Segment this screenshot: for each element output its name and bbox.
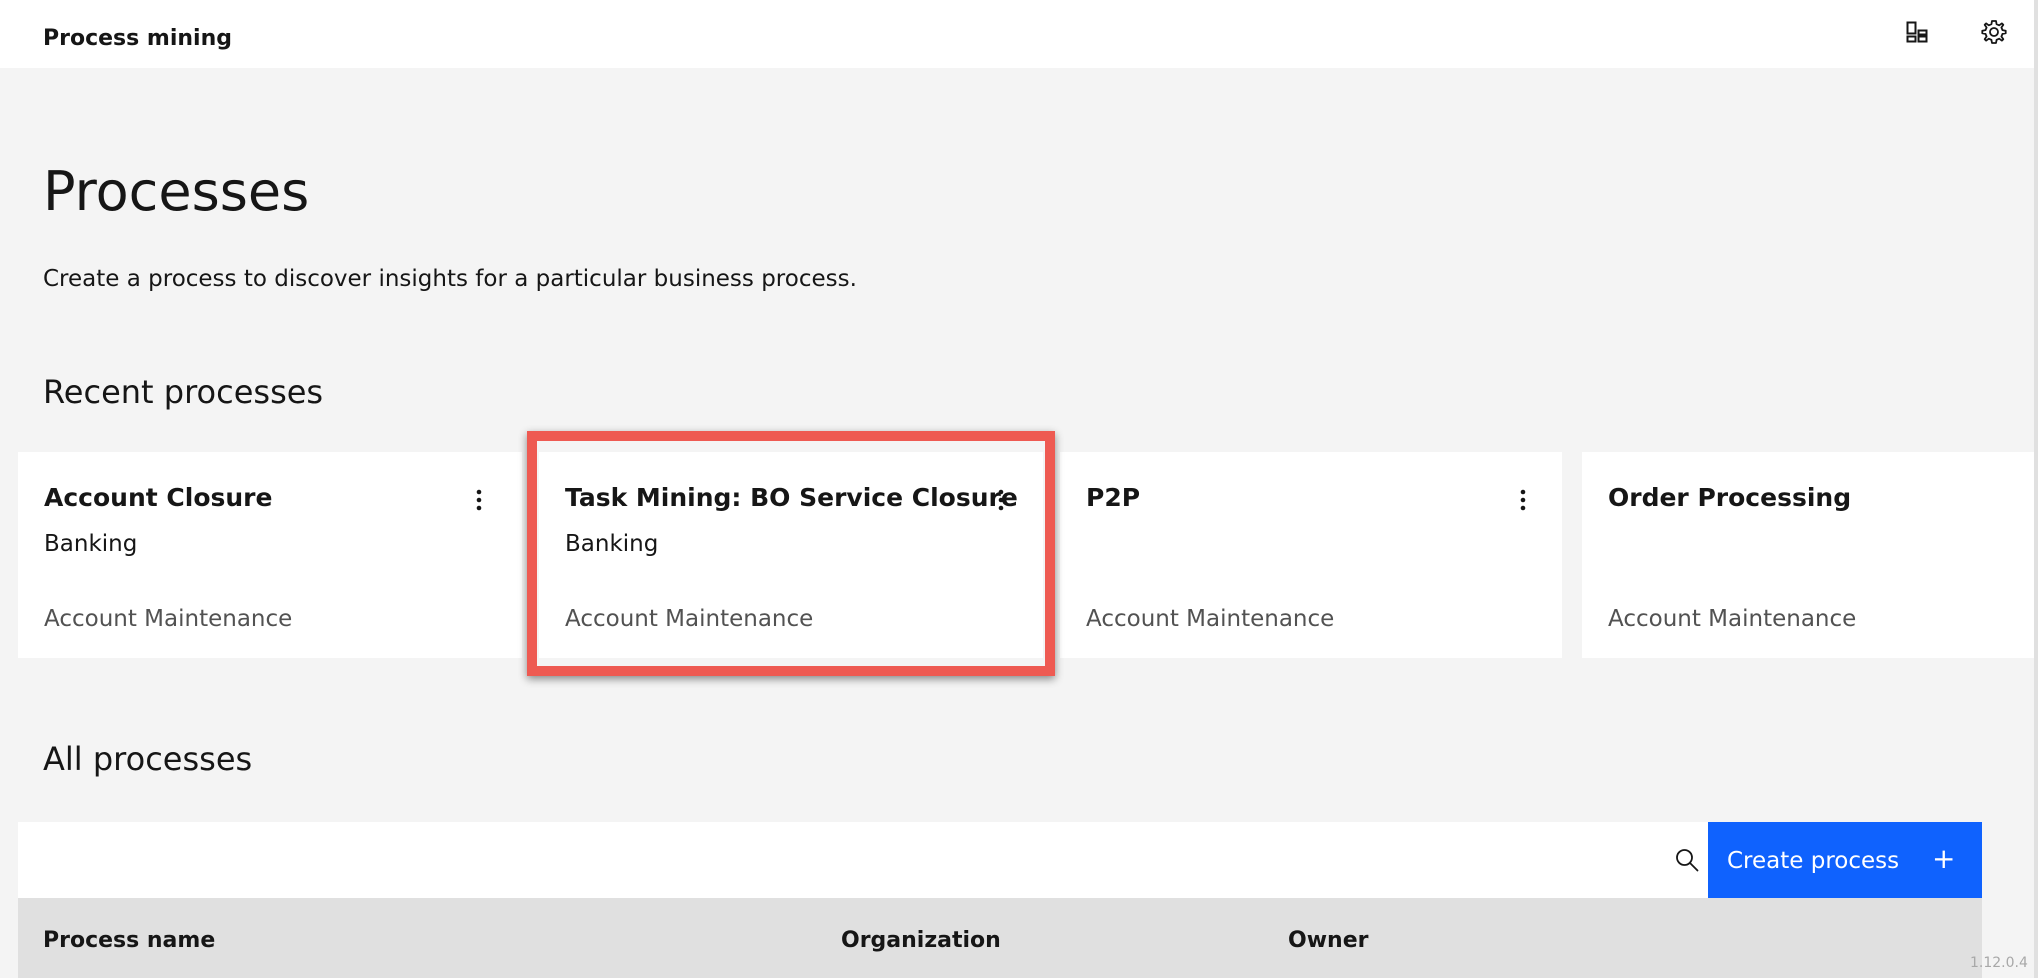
- overflow-menu-icon[interactable]: [983, 482, 1019, 518]
- card-category: Account Maintenance: [1608, 606, 1857, 632]
- card-category: Account Maintenance: [565, 606, 814, 632]
- process-card-task-mining[interactable]: Task Mining: BO Service Closure Banking …: [539, 452, 1043, 658]
- card-category: Account Maintenance: [1086, 606, 1335, 632]
- add-icon: +: [1932, 842, 1956, 875]
- card-title: Account Closure: [44, 483, 273, 512]
- app-name[interactable]: Process mining: [43, 26, 232, 51]
- card-title: Order Processing: [1608, 483, 1852, 512]
- top-header: Process mining: [0, 0, 2034, 68]
- dashboard-icon[interactable]: [1900, 15, 1934, 49]
- process-card-order-processing[interactable]: Order Processing Account Maintenance: [1582, 452, 2034, 658]
- table-toolbar: [18, 822, 1708, 898]
- column-header-organization[interactable]: Organization: [841, 926, 1001, 956]
- settings-icon[interactable]: [1977, 15, 2011, 49]
- column-header-process-name[interactable]: Process name: [43, 926, 215, 956]
- card-organization: Banking: [44, 531, 138, 557]
- scrollbar[interactable]: [2034, 0, 2038, 978]
- card-title: P2P: [1086, 483, 1141, 512]
- version-label: 1.12.0.4: [1970, 955, 2028, 971]
- column-header-owner[interactable]: Owner: [1288, 926, 1368, 956]
- overflow-menu-icon[interactable]: [461, 482, 497, 518]
- card-organization: Banking: [565, 531, 659, 557]
- process-card-p2p[interactable]: P2P Account Maintenance: [1060, 452, 1562, 658]
- create-process-button[interactable]: Create process +: [1708, 822, 1982, 898]
- page-description: Create a process to discover insights fo…: [43, 266, 857, 292]
- overflow-menu-icon[interactable]: [1505, 482, 1541, 518]
- create-process-label: Create process: [1727, 848, 1900, 874]
- table-header: Process name Organization Owner: [18, 898, 1982, 978]
- process-card-account-closure[interactable]: Account Closure Banking Account Maintena…: [18, 452, 522, 658]
- recent-processes-title: Recent processes: [43, 373, 324, 411]
- all-processes-title: All processes: [43, 740, 253, 778]
- page-title: Processes: [43, 160, 310, 223]
- card-title: Task Mining: BO Service Closure: [565, 483, 1018, 512]
- card-category: Account Maintenance: [44, 606, 293, 632]
